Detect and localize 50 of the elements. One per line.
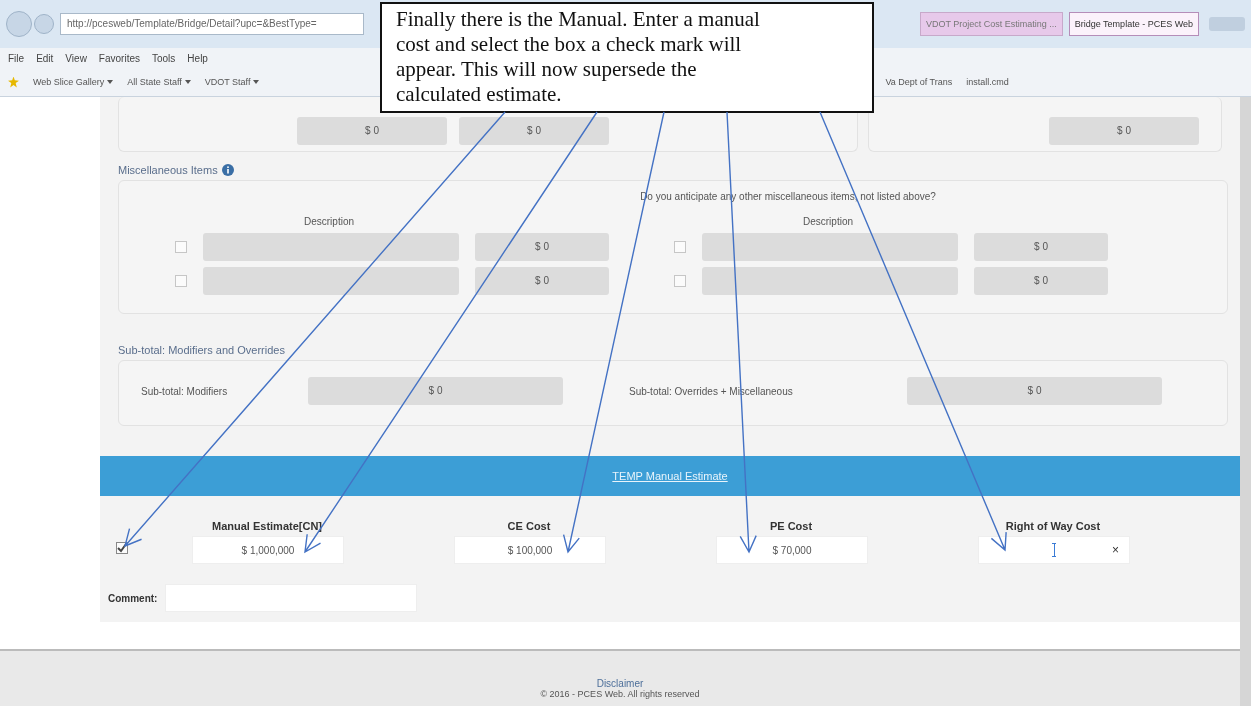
- info-icon[interactable]: [221, 164, 234, 176]
- menu-item[interactable]: Favorites: [98, 52, 140, 64]
- menu-item[interactable]: View: [65, 52, 87, 64]
- field-label: PE Cost: [768, 520, 814, 532]
- callout-note: Finally there is the Manual. Enter a manual cost and select the box a check mark will appear. This will now supersede the calculated estimate.: [380, 2, 874, 113]
- description-field[interactable]: [702, 233, 958, 261]
- favorites-link[interactable]: install.cmd: [966, 77, 1009, 87]
- section-title: Sub-total: Modifiers and Overrides: [118, 344, 285, 356]
- favorites-link[interactable]: VDOT Staff: [204, 77, 260, 87]
- menu-item[interactable]: Tools: [152, 52, 176, 64]
- amount-field[interactable]: $ 0: [308, 377, 563, 405]
- cost-field[interactable]: $ 70,000: [716, 536, 868, 564]
- menu-item[interactable]: File: [8, 52, 25, 64]
- scrollbar[interactable]: [1240, 97, 1251, 706]
- amount-field[interactable]: $ 0: [459, 117, 609, 145]
- field-label: Comment:: [108, 592, 158, 604]
- amount-field[interactable]: $ 0: [297, 117, 447, 145]
- amount-field[interactable]: $ 0: [907, 377, 1162, 405]
- field-label: CE Cost: [506, 520, 552, 532]
- forward-button[interactable]: [34, 14, 54, 34]
- text-cursor-icon: [1052, 543, 1056, 557]
- cost-field[interactable]: ×: [978, 536, 1130, 564]
- favorites-link[interactable]: Va Dept of Trans: [885, 77, 953, 87]
- description-field[interactable]: [702, 267, 958, 295]
- disclaimer-link[interactable]: Disclaimer: [596, 678, 644, 689]
- description-field[interactable]: [203, 267, 459, 295]
- checkbox[interactable]: [116, 542, 128, 554]
- back-button[interactable]: [6, 11, 32, 37]
- description-field[interactable]: [203, 233, 459, 261]
- column-header: Description: [303, 216, 355, 227]
- cost-field[interactable]: $ 100,000: [454, 536, 606, 564]
- field-label: Manual Estimate[CN]: [211, 520, 323, 532]
- field-label: Right of Way Cost: [1004, 520, 1102, 532]
- copyright-text: © 2016 - PCES Web. All rights reserved: [540, 689, 700, 699]
- amount-field[interactable]: $ 0: [1049, 117, 1199, 145]
- amount-field[interactable]: $ 0: [974, 233, 1108, 261]
- menu-item[interactable]: Edit: [36, 52, 54, 64]
- cost-field[interactable]: $ 1,000,000: [192, 536, 344, 564]
- amount-field[interactable]: $ 0: [974, 267, 1108, 295]
- menu-item[interactable]: Help: [187, 52, 208, 64]
- field-label: Sub-total: Modifiers: [141, 385, 229, 397]
- address-bar[interactable]: http://pcesweb/Template/Bridge/Detail?upc=&BestType=: [60, 13, 364, 35]
- favorites-link[interactable]: Web Slice Gallery: [33, 77, 114, 87]
- amount-field[interactable]: $ 0: [475, 267, 609, 295]
- column-header: Description: [802, 216, 854, 227]
- browser-tab[interactable]: Bridge Template - PCES Web: [1068, 12, 1199, 36]
- section-title: Miscellaneous Items: [118, 164, 218, 176]
- amount-field[interactable]: $ 0: [475, 233, 609, 261]
- favorites-link[interactable]: All State Staff: [127, 77, 191, 87]
- clear-button[interactable]: ×: [1112, 543, 1119, 557]
